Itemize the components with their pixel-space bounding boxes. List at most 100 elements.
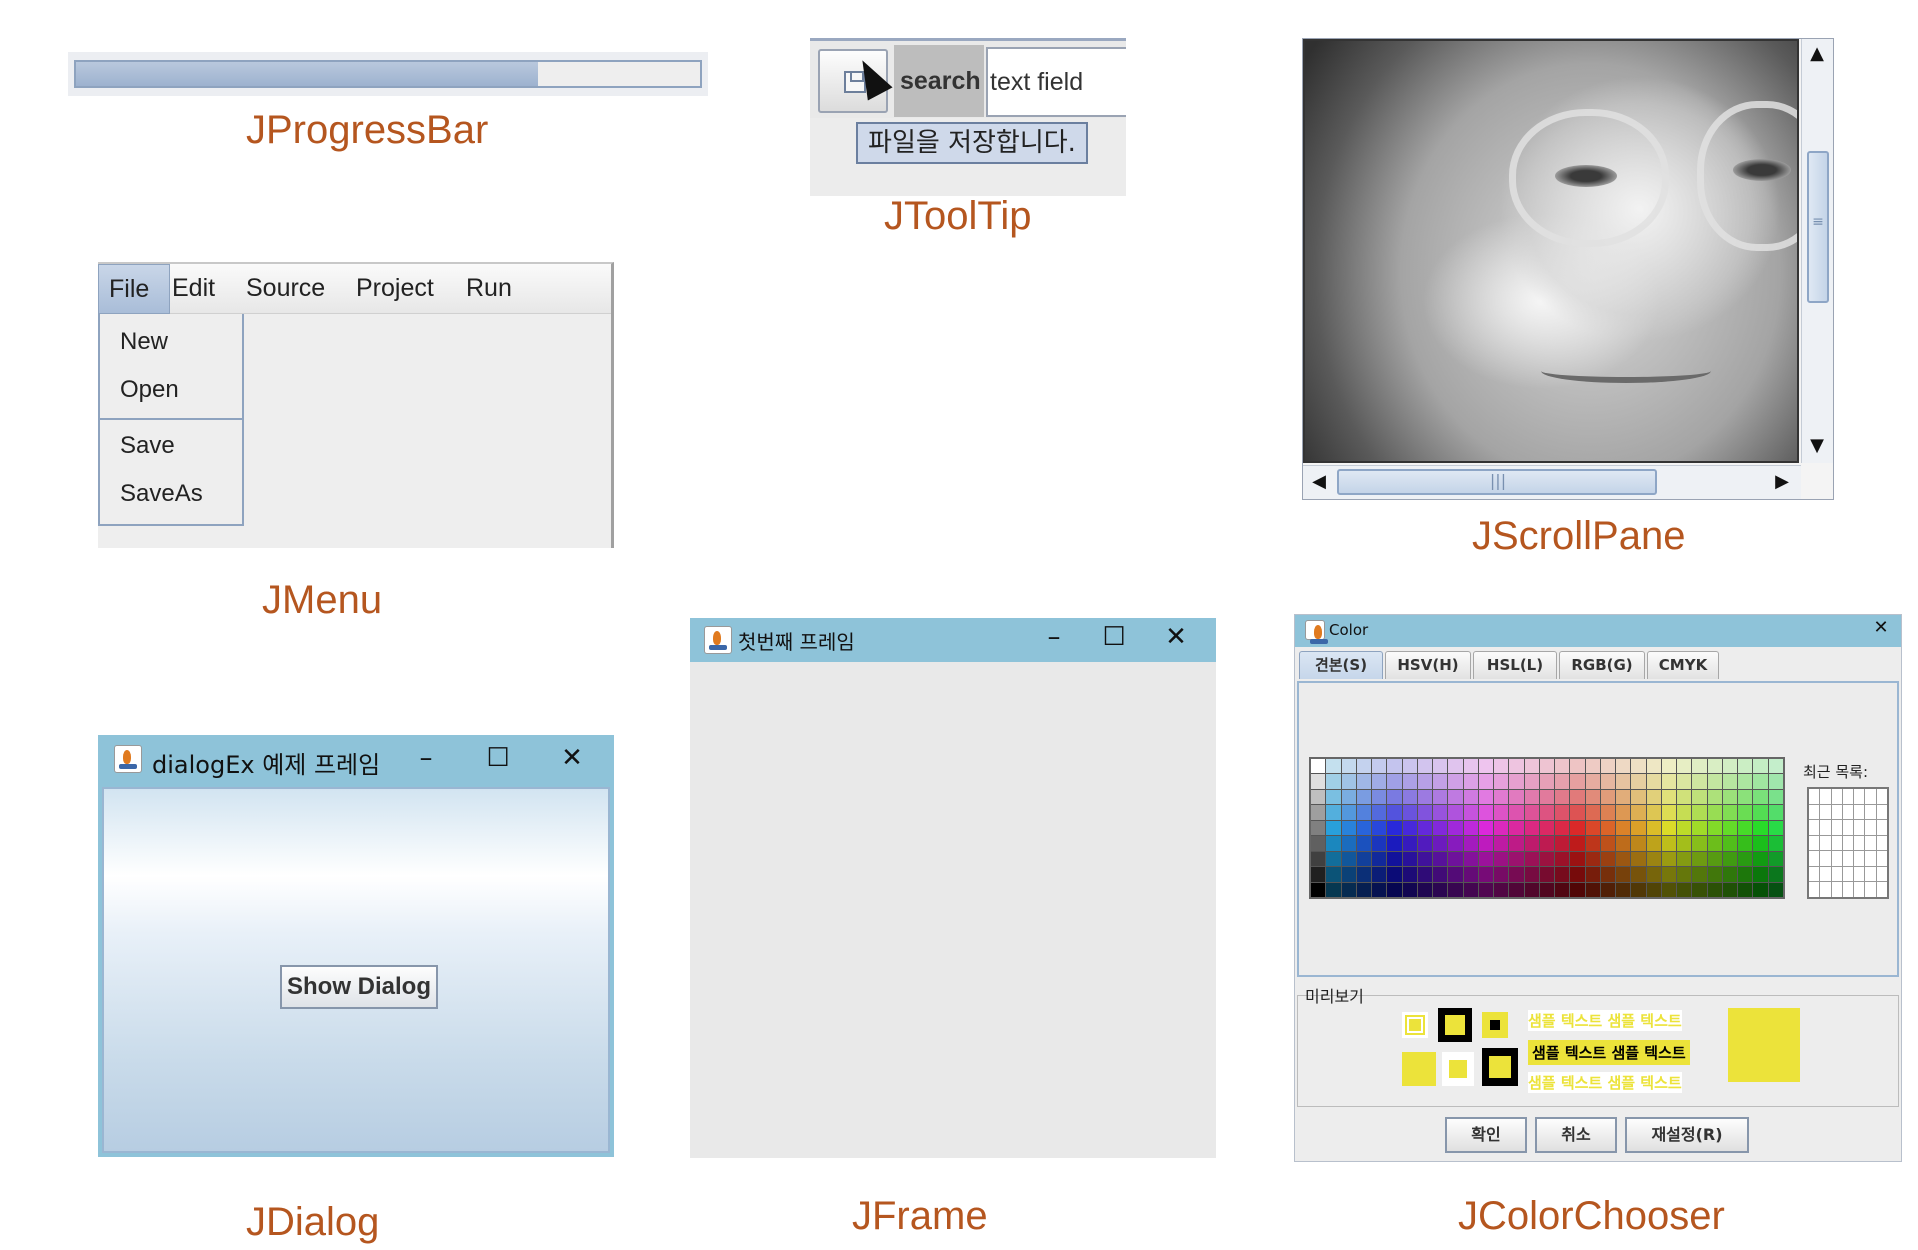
- color-swatch[interactable]: [1616, 836, 1631, 851]
- color-swatch[interactable]: [1555, 851, 1570, 867]
- color-swatch[interactable]: [1585, 759, 1600, 774]
- recent-color-cell[interactable]: [1809, 851, 1820, 866]
- color-swatch[interactable]: [1372, 759, 1387, 774]
- tab-hsl[interactable]: HSL(L): [1473, 651, 1557, 679]
- color-swatch[interactable]: [1707, 836, 1722, 851]
- color-swatch[interactable]: [1356, 851, 1372, 867]
- maximize-icon[interactable]: ☐: [1094, 622, 1134, 652]
- color-swatch[interactable]: [1722, 820, 1738, 836]
- color-swatch[interactable]: [1463, 789, 1478, 805]
- color-swatch[interactable]: [1356, 867, 1372, 882]
- color-swatch[interactable]: [1585, 867, 1600, 882]
- color-swatch[interactable]: [1341, 805, 1356, 820]
- color-swatch[interactable]: [1768, 774, 1783, 789]
- color-swatch[interactable]: [1768, 820, 1783, 836]
- color-swatch[interactable]: [1311, 789, 1326, 805]
- color-swatch[interactable]: [1753, 820, 1768, 836]
- color-swatch[interactable]: [1448, 759, 1463, 774]
- color-swatch[interactable]: [1677, 820, 1692, 836]
- color-swatch[interactable]: [1341, 851, 1356, 867]
- color-swatch[interactable]: [1585, 820, 1600, 836]
- color-swatch[interactable]: [1494, 789, 1509, 805]
- color-swatch[interactable]: [1463, 851, 1478, 867]
- color-swatch[interactable]: [1524, 820, 1539, 836]
- color-swatch[interactable]: [1311, 836, 1326, 851]
- color-swatch[interactable]: [1417, 789, 1433, 805]
- recent-color-cell[interactable]: [1831, 789, 1842, 804]
- color-swatch[interactable]: [1600, 867, 1616, 882]
- recent-color-cell[interactable]: [1842, 820, 1854, 835]
- color-swatch[interactable]: [1509, 851, 1524, 867]
- color-swatch[interactable]: [1707, 774, 1722, 789]
- color-swatch[interactable]: [1539, 774, 1555, 789]
- color-swatch[interactable]: [1326, 789, 1341, 805]
- color-swatch[interactable]: [1417, 836, 1433, 851]
- color-swatch[interactable]: [1372, 882, 1387, 897]
- menu-item-saveas[interactable]: SaveAs: [120, 480, 203, 508]
- color-swatch[interactable]: [1524, 774, 1539, 789]
- color-swatch[interactable]: [1631, 851, 1646, 867]
- color-swatch[interactable]: [1570, 851, 1585, 867]
- text-field[interactable]: text field: [986, 47, 1126, 117]
- color-swatch[interactable]: [1707, 789, 1722, 805]
- color-swatch[interactable]: [1478, 882, 1494, 897]
- color-swatch[interactable]: [1661, 867, 1677, 882]
- color-swatch[interactable]: [1692, 789, 1707, 805]
- recent-color-cell[interactable]: [1854, 882, 1865, 897]
- color-swatch[interactable]: [1738, 851, 1753, 867]
- recent-color-cell[interactable]: [1854, 835, 1865, 851]
- color-swatch[interactable]: [1463, 867, 1478, 882]
- color-swatch[interactable]: [1402, 836, 1417, 851]
- color-swatch[interactable]: [1463, 759, 1478, 774]
- recent-color-cell[interactable]: [1831, 882, 1842, 897]
- color-swatch[interactable]: [1722, 867, 1738, 882]
- maximize-icon[interactable]: ☐: [478, 743, 518, 773]
- color-swatch[interactable]: [1448, 851, 1463, 867]
- color-swatch[interactable]: [1356, 882, 1372, 897]
- color-swatch[interactable]: [1402, 851, 1417, 867]
- tab-cmyk[interactable]: CMYK: [1647, 651, 1719, 679]
- recent-color-cell[interactable]: [1854, 789, 1865, 804]
- color-swatch[interactable]: [1661, 851, 1677, 867]
- scroll-up-arrow-icon[interactable]: ▲: [1801, 39, 1833, 69]
- recent-color-cell[interactable]: [1809, 866, 1820, 882]
- color-swatch-grid[interactable]: [1309, 757, 1785, 899]
- color-swatch[interactable]: [1402, 805, 1417, 820]
- color-swatch[interactable]: [1738, 759, 1753, 774]
- color-swatch[interactable]: [1600, 851, 1616, 867]
- color-swatch[interactable]: [1311, 867, 1326, 882]
- recent-color-cell[interactable]: [1865, 835, 1876, 851]
- color-swatch[interactable]: [1677, 882, 1692, 897]
- menu-source[interactable]: Source: [236, 264, 335, 314]
- color-swatch[interactable]: [1433, 774, 1448, 789]
- recent-color-cell[interactable]: [1842, 866, 1854, 882]
- color-swatch[interactable]: [1646, 851, 1661, 867]
- recent-color-cell[interactable]: [1820, 789, 1831, 804]
- scroll-down-arrow-icon[interactable]: ▼: [1801, 431, 1833, 461]
- color-swatch[interactable]: [1646, 759, 1661, 774]
- recent-color-cell[interactable]: [1876, 851, 1887, 866]
- color-swatch[interactable]: [1372, 820, 1387, 836]
- close-icon[interactable]: ✕: [1861, 617, 1901, 638]
- color-swatch[interactable]: [1768, 759, 1783, 774]
- color-swatch[interactable]: [1646, 836, 1661, 851]
- cancel-button[interactable]: 취소: [1535, 1117, 1617, 1153]
- recent-color-cell[interactable]: [1876, 882, 1887, 897]
- color-swatch[interactable]: [1509, 820, 1524, 836]
- color-swatch[interactable]: [1585, 774, 1600, 789]
- color-swatch[interactable]: [1341, 759, 1356, 774]
- color-swatch[interactable]: [1722, 882, 1738, 897]
- color-swatch[interactable]: [1738, 820, 1753, 836]
- color-swatch[interactable]: [1433, 882, 1448, 897]
- color-swatch[interactable]: [1631, 805, 1646, 820]
- color-swatch[interactable]: [1692, 867, 1707, 882]
- color-swatch[interactable]: [1341, 820, 1356, 836]
- color-swatch[interactable]: [1478, 774, 1494, 789]
- color-swatch[interactable]: [1555, 882, 1570, 897]
- color-swatch[interactable]: [1753, 759, 1768, 774]
- color-swatch[interactable]: [1326, 851, 1341, 867]
- recent-color-cell[interactable]: [1854, 804, 1865, 820]
- color-swatch[interactable]: [1478, 836, 1494, 851]
- color-swatch[interactable]: [1600, 774, 1616, 789]
- color-swatch[interactable]: [1738, 836, 1753, 851]
